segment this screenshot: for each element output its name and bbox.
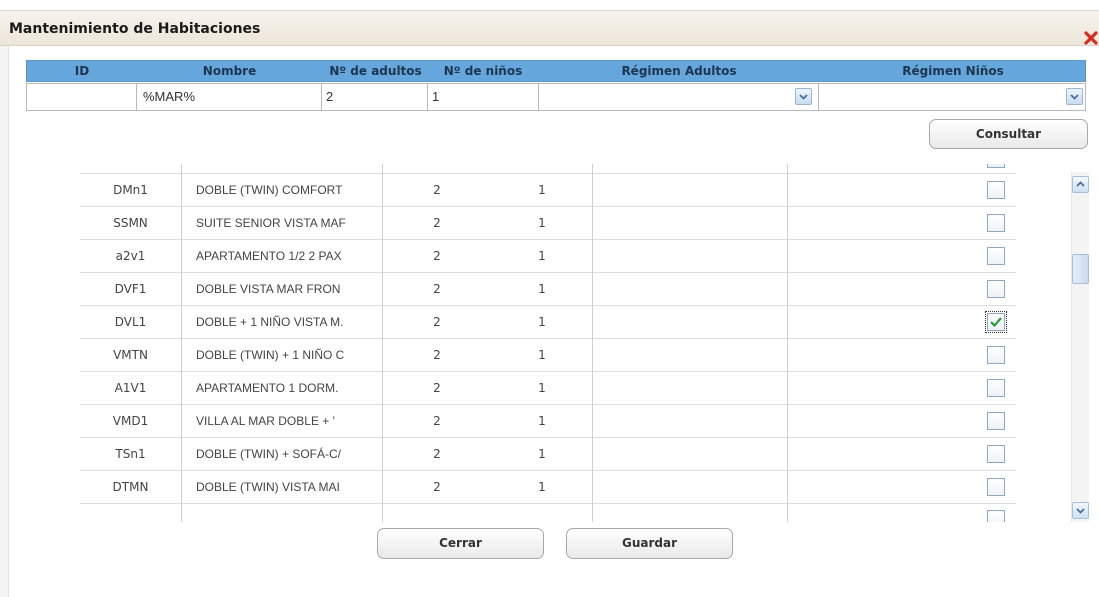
table-row: A1V1 APARTAMENTO 1 DORM. 2 1 — [80, 372, 1016, 405]
row-checkbox[interactable] — [987, 214, 1005, 232]
chevron-up-icon — [1076, 181, 1085, 187]
table-row: DVL1 DOBLE + 1 NIÑO VISTA M. 2 1 — [80, 306, 1016, 339]
room-children: 1 — [538, 480, 546, 494]
left-edge — [0, 46, 9, 597]
top-strip — [0, 0, 1099, 11]
dialog-titlebar: Mantenimiento de Habitaciones — [0, 11, 1099, 46]
room-children: 1 — [538, 348, 546, 362]
room-adults: 2 — [433, 480, 441, 494]
chevron-down-icon — [1076, 508, 1085, 514]
scroll-thumb[interactable] — [1072, 254, 1089, 284]
row-checkbox[interactable] — [987, 478, 1005, 496]
room-adults: 2 — [433, 183, 441, 197]
chevron-down-icon — [799, 94, 808, 100]
room-children: 1 — [538, 282, 546, 296]
room-children: 1 — [538, 381, 546, 395]
chevron-down-icon — [1070, 94, 1079, 100]
row-checkbox[interactable] — [987, 445, 1005, 463]
room-adults: 2 — [433, 381, 441, 395]
room-name: APARTAMENTO 1 DORM. — [196, 381, 339, 395]
room-children: 1 — [538, 183, 546, 197]
room-adults: 2 — [433, 414, 441, 428]
row-checkbox[interactable] — [987, 510, 1005, 522]
row-checkbox[interactable] — [987, 412, 1005, 430]
header-id: ID — [74, 64, 90, 78]
table-row: VMD1 VILLA AL MAR DOBLE + ' 2 1 — [80, 405, 1016, 438]
adultos-input[interactable]: 2 — [321, 83, 428, 111]
table-row: TSn1 DOBLE (TWIN) + SOFÁ-C/2 1 — [80, 438, 1016, 471]
regimen-adultos-dropdown-button[interactable] — [795, 88, 812, 105]
room-adults: 2 — [433, 249, 441, 263]
table-row: DMn1 DOBLE (TWIN) COMFORT 2 1 — [80, 174, 1016, 207]
room-name: DOBLE + 1 NIÑO VISTA M. — [196, 315, 344, 329]
room-adults: 2 — [433, 216, 441, 230]
room-name: DOBLE (TWIN) + SOFÁ-C/ — [196, 447, 342, 461]
table-row: DVF1 DOBLE VISTA MAR FRON 2 1 — [80, 273, 1016, 306]
room-name: DOBLE (TWIN) VISTA MAI — [196, 480, 340, 494]
room-adults: 2 — [433, 282, 441, 296]
checkmark-icon — [990, 317, 1002, 328]
row-checkbox[interactable] — [987, 247, 1005, 265]
room-code: DVF1 — [114, 282, 147, 296]
filter-row: %MAR% 2 1 — [26, 83, 1086, 111]
room-adults: 2 — [433, 447, 441, 461]
room-children: 1 — [538, 315, 546, 329]
row-checkbox[interactable] — [985, 311, 1007, 333]
results-list: DMn1 DOBLE (TWIN) COMFORT 2 1 SSMN SUITE SENI… — [80, 164, 1090, 522]
regimen-ninos-dropdown-button[interactable] — [1066, 88, 1083, 105]
room-children: 1 — [538, 216, 546, 230]
table-row-partial-top — [80, 164, 1016, 174]
room-name: DOBLE (TWIN) + 1 NIÑO C — [196, 348, 345, 362]
room-name: SUITE SENIOR VISTA MAF — [196, 216, 346, 230]
guardar-button[interactable]: Guardar — [566, 528, 733, 559]
room-adults: 2 — [433, 315, 441, 329]
room-code: VMD1 — [112, 414, 149, 428]
table-row-partial-bottom — [80, 504, 1016, 522]
table-row: SSMN SUITE SENIOR VISTA MAF 2 1 — [80, 207, 1016, 240]
ninos-input[interactable]: 1 — [427, 83, 539, 111]
nombre-input[interactable]: %MAR% — [136, 83, 322, 111]
room-children: 1 — [538, 249, 546, 263]
room-children: 1 — [538, 414, 546, 428]
room-code: DTMN — [112, 480, 149, 494]
room-code: DVL1 — [114, 315, 147, 329]
table-row: DTMN DOBLE (TWIN) VISTA MAI 2 1 — [80, 471, 1016, 504]
room-children: 1 — [538, 447, 546, 461]
cerrar-button[interactable]: Cerrar — [377, 528, 544, 559]
regimen-adultos-select[interactable] — [538, 83, 819, 111]
room-code: A1V1 — [114, 381, 147, 395]
header-regimen-ninos: Régimen Niños — [902, 64, 1004, 78]
row-checkbox[interactable] — [987, 346, 1005, 364]
room-code: TSn1 — [115, 447, 146, 461]
row-checkbox[interactable] — [987, 379, 1005, 397]
scroll-down-button[interactable] — [1072, 502, 1089, 519]
room-code: SSMN — [113, 216, 148, 230]
consultar-button[interactable]: Consultar — [929, 119, 1088, 149]
table-row: VMTN DOBLE (TWIN) + 1 NIÑO C 2 1 — [80, 339, 1016, 372]
filter-header: ID Nombre Nº de adultos Nº de niños Régi… — [26, 60, 1086, 82]
room-code: a2v1 — [115, 249, 146, 263]
header-ninos: Nº de niños — [443, 64, 523, 78]
room-name: VILLA AL MAR DOBLE + ' — [196, 414, 335, 428]
header-adultos: Nº de adultos — [329, 64, 422, 78]
id-input[interactable] — [26, 83, 137, 111]
results-scrollbar[interactable] — [1071, 172, 1089, 522]
row-checkbox[interactable] — [987, 280, 1005, 298]
table-row: a2v1 APARTAMENTO 1/2 2 PAX 2 1 — [80, 240, 1016, 273]
scroll-up-button[interactable] — [1072, 176, 1089, 193]
row-checkbox[interactable] — [987, 181, 1005, 199]
close-icon[interactable] — [1083, 30, 1099, 46]
room-adults: 2 — [433, 348, 441, 362]
header-nombre: Nombre — [202, 64, 257, 78]
room-code: DMn1 — [113, 183, 148, 197]
regimen-ninos-select[interactable] — [818, 83, 1086, 111]
room-code: VMTN — [113, 348, 148, 362]
dialog-title: Mantenimiento de Habitaciones — [9, 21, 261, 37]
header-regimen-adultos: Régimen Adultos — [621, 64, 737, 78]
row-checkbox[interactable] — [987, 164, 1005, 168]
room-name: DOBLE (TWIN) COMFORT — [196, 183, 343, 197]
room-name: DOBLE VISTA MAR FRON — [196, 282, 341, 296]
room-name: APARTAMENTO 1/2 2 PAX — [196, 249, 342, 263]
